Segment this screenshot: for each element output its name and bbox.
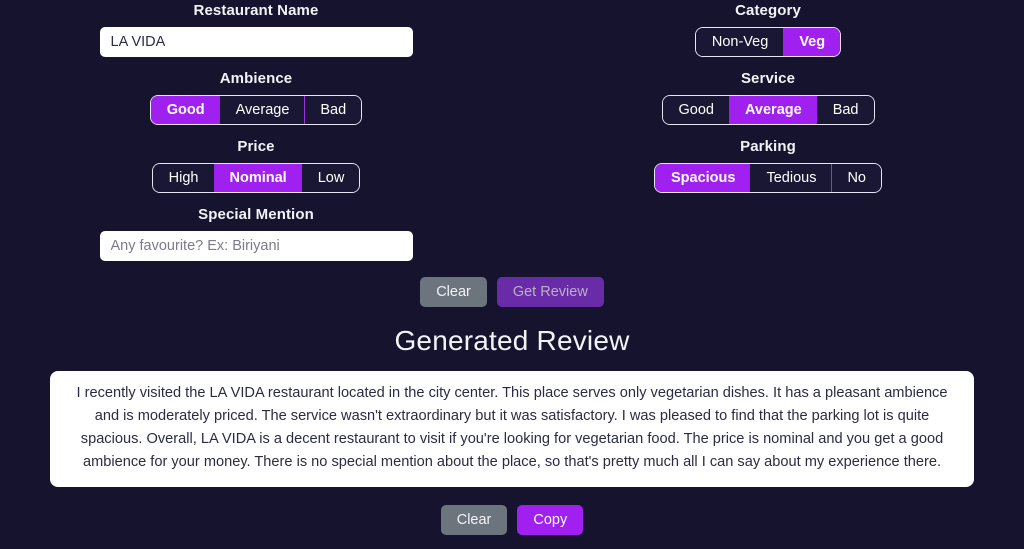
form-grid-spacer xyxy=(512,206,1024,274)
field-service: Service Good Average Bad xyxy=(512,70,1024,125)
ambience-option-average[interactable]: Average xyxy=(219,96,305,124)
generated-review-text: I recently visited the LA VIDA restauran… xyxy=(50,371,974,487)
price-option-nominal[interactable]: Nominal xyxy=(213,164,302,192)
review-clear-button[interactable]: Clear xyxy=(440,504,508,535)
ambience-option-bad[interactable]: Bad xyxy=(304,96,362,124)
clear-button[interactable]: Clear xyxy=(420,277,487,307)
parking-option-tedious[interactable]: Tedious xyxy=(750,164,832,192)
restaurant-name-label: Restaurant Name xyxy=(193,2,319,19)
service-option-bad[interactable]: Bad xyxy=(816,96,874,124)
parking-label: Parking xyxy=(740,138,796,155)
service-label: Service xyxy=(740,70,796,87)
generated-review-heading: Generated Review xyxy=(394,325,630,356)
category-option-non-veg[interactable]: Non-Veg xyxy=(695,28,784,56)
price-option-high[interactable]: High xyxy=(152,164,214,192)
price-option-low[interactable]: Low xyxy=(301,164,360,192)
parking-option-spacious[interactable]: Spacious xyxy=(655,164,751,192)
price-label: Price xyxy=(237,138,275,155)
field-ambience: Ambience Good Average Bad xyxy=(0,70,512,125)
app-root: Restaurant Name Category Non-Veg Veg Amb… xyxy=(0,0,1024,549)
special-mention-input[interactable] xyxy=(99,231,413,261)
parking-option-no[interactable]: No xyxy=(831,164,881,192)
get-review-button[interactable]: Get Review xyxy=(496,277,604,307)
price-toggle-group: High Nominal Low xyxy=(151,163,361,193)
ambience-label: Ambience xyxy=(219,70,293,87)
special-mention-label: Special Mention xyxy=(198,206,314,223)
field-special-mention: Special Mention xyxy=(0,206,512,261)
category-option-veg[interactable]: Veg xyxy=(783,28,841,56)
review-form: Restaurant Name Category Non-Veg Veg Amb… xyxy=(0,0,1024,274)
category-label: Category xyxy=(735,2,801,19)
service-option-good[interactable]: Good xyxy=(662,96,729,124)
ambience-toggle-group: Good Average Bad xyxy=(149,95,363,125)
service-toggle-group: Good Average Bad xyxy=(661,95,875,125)
field-parking: Parking Spacious Tedious No xyxy=(512,138,1024,193)
ambience-option-good[interactable]: Good xyxy=(150,96,220,124)
field-restaurant-name: Restaurant Name xyxy=(0,2,512,57)
service-option-average[interactable]: Average xyxy=(728,96,817,124)
field-category: Category Non-Veg Veg xyxy=(512,2,1024,57)
restaurant-name-input[interactable] xyxy=(99,27,413,57)
parking-toggle-group: Spacious Tedious No xyxy=(654,163,882,193)
review-action-buttons: Clear Copy xyxy=(0,504,1024,535)
copy-button[interactable]: Copy xyxy=(517,504,584,535)
category-toggle-group: Non-Veg Veg xyxy=(694,27,842,57)
field-price: Price High Nominal Low xyxy=(0,138,512,193)
form-action-buttons: Clear Get Review xyxy=(0,277,1024,307)
